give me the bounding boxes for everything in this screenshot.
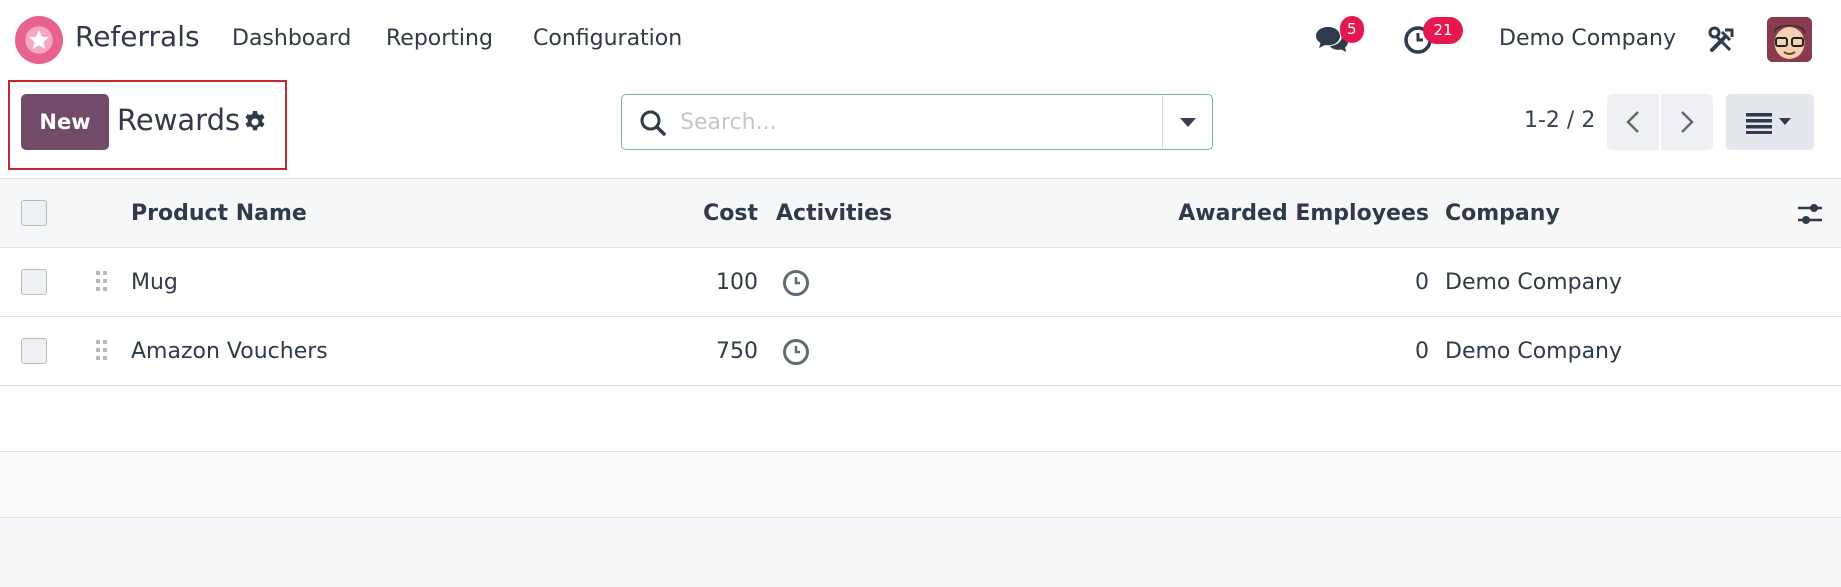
activity-clock-icon[interactable] (782, 269, 810, 301)
cell-awarded-employees: 0 (1415, 270, 1429, 295)
list-header: Product Name Cost Activities Awarded Emp… (0, 178, 1841, 248)
new-button[interactable]: New (21, 94, 109, 150)
list-view-icon[interactable] (1726, 94, 1814, 150)
column-awarded-employees[interactable]: Awarded Employees (1130, 201, 1429, 226)
menu-dashboard[interactable]: Dashboard (232, 26, 351, 51)
column-activities[interactable]: Activities (776, 201, 892, 226)
app-name[interactable]: Referrals (75, 20, 200, 53)
empty-row (0, 452, 1841, 518)
pager-value[interactable]: 1-2 / 2 (1524, 108, 1595, 133)
cell-cost: 750 (716, 339, 758, 364)
cell-cost: 100 (716, 270, 758, 295)
menu-reporting[interactable]: Reporting (386, 26, 493, 51)
cell-product-name: Amazon Vouchers (131, 339, 328, 364)
page-title: Rewards (117, 103, 241, 137)
table-row[interactable]: Mug 100 0 Demo Company (0, 248, 1841, 317)
column-cost[interactable]: Cost (660, 201, 758, 226)
search-icon (639, 109, 667, 141)
empty-row (0, 386, 1841, 452)
cell-awarded-employees: 0 (1415, 339, 1429, 364)
select-all-checkbox[interactable] (21, 200, 47, 226)
drag-handle-icon[interactable] (94, 339, 110, 365)
column-company[interactable]: Company (1445, 201, 1560, 226)
drag-handle-icon[interactable] (94, 270, 110, 296)
search-box (621, 94, 1213, 150)
chevron-right-icon[interactable] (1661, 94, 1713, 150)
table-row[interactable]: Amazon Vouchers 750 0 Demo Company (0, 317, 1841, 386)
top-navbar: Referrals Dashboard Reporting Configurat… (0, 0, 1841, 80)
row-checkbox[interactable] (21, 269, 47, 295)
cell-product-name: Mug (131, 270, 178, 295)
search-input[interactable] (680, 103, 1180, 141)
row-checkbox[interactable] (21, 338, 47, 364)
company-switcher[interactable]: Demo Company (1499, 26, 1676, 51)
tools-icon[interactable] (1708, 26, 1736, 58)
avatar[interactable] (1767, 17, 1812, 62)
chevron-left-icon[interactable] (1607, 94, 1659, 150)
menu-configuration[interactable]: Configuration (533, 26, 682, 51)
app-logo-icon[interactable] (15, 16, 63, 64)
cell-company: Demo Company (1445, 339, 1623, 364)
optional-columns-icon[interactable] (1796, 201, 1824, 231)
activities-badge: 21 (1423, 17, 1463, 44)
messages-badge: 5 (1340, 16, 1364, 43)
gear-icon[interactable] (243, 110, 267, 138)
activity-clock-icon[interactable] (782, 338, 810, 370)
empty-area (0, 518, 1841, 587)
caret-down-icon[interactable] (1162, 95, 1212, 149)
column-product-name[interactable]: Product Name (131, 201, 307, 226)
cell-company: Demo Company (1445, 270, 1623, 295)
